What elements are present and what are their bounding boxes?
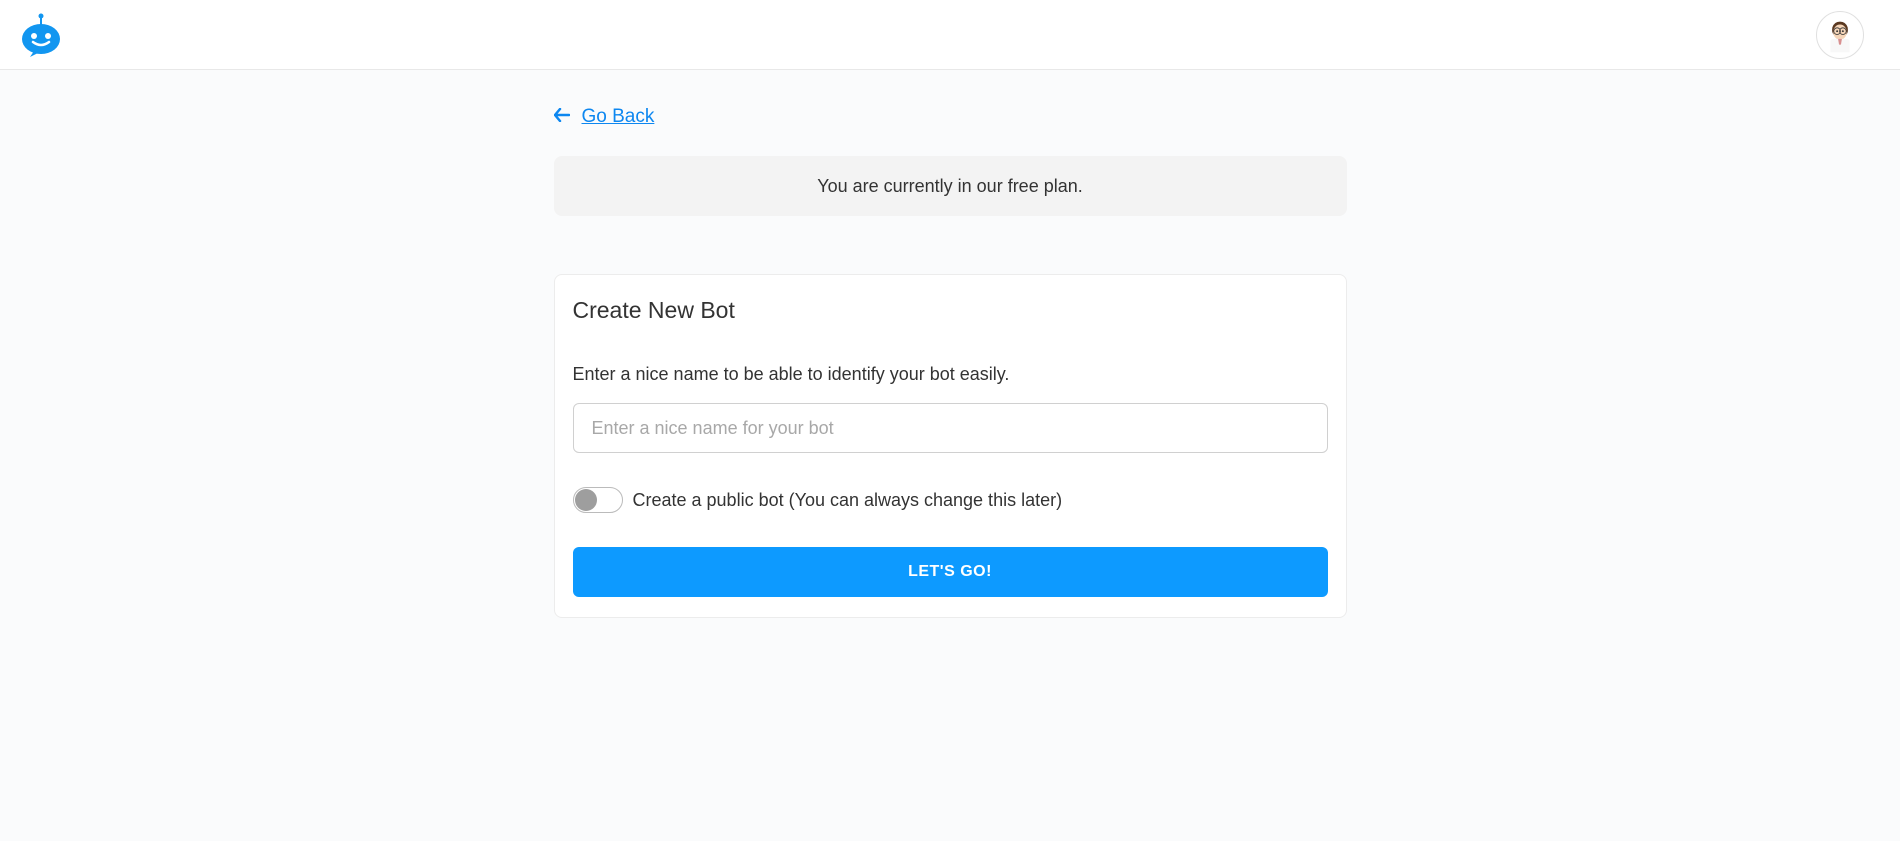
create-bot-card: Create New Bot Enter a nice name to be a… [554,274,1347,618]
chatbot-logo-icon [20,13,62,57]
page-content: Go Back You are currently in our free pl… [0,70,1900,618]
card-title: Create New Bot [573,297,1328,324]
lets-go-button[interactable]: LET'S GO! [573,547,1328,597]
bot-name-label: Enter a nice name to be able to identify… [573,364,1328,385]
user-avatar[interactable] [1816,11,1864,59]
plan-message: You are currently in our free plan. [817,176,1083,197]
app-header [0,0,1900,70]
avatar-icon [1817,11,1863,59]
go-back-label: Go Back [582,106,655,128]
go-back-link[interactable]: Go Back [554,106,1347,128]
public-toggle-label: Create a public bot (You can always chan… [633,490,1063,511]
public-toggle-row: Create a public bot (You can always chan… [573,487,1328,513]
content-container: Go Back You are currently in our free pl… [554,106,1347,618]
public-bot-toggle[interactable] [573,487,623,513]
app-logo[interactable] [20,13,62,57]
bot-name-input[interactable] [573,403,1328,453]
plan-banner: You are currently in our free plan. [554,156,1347,216]
arrow-left-icon [554,108,570,127]
toggle-thumb [575,489,597,511]
